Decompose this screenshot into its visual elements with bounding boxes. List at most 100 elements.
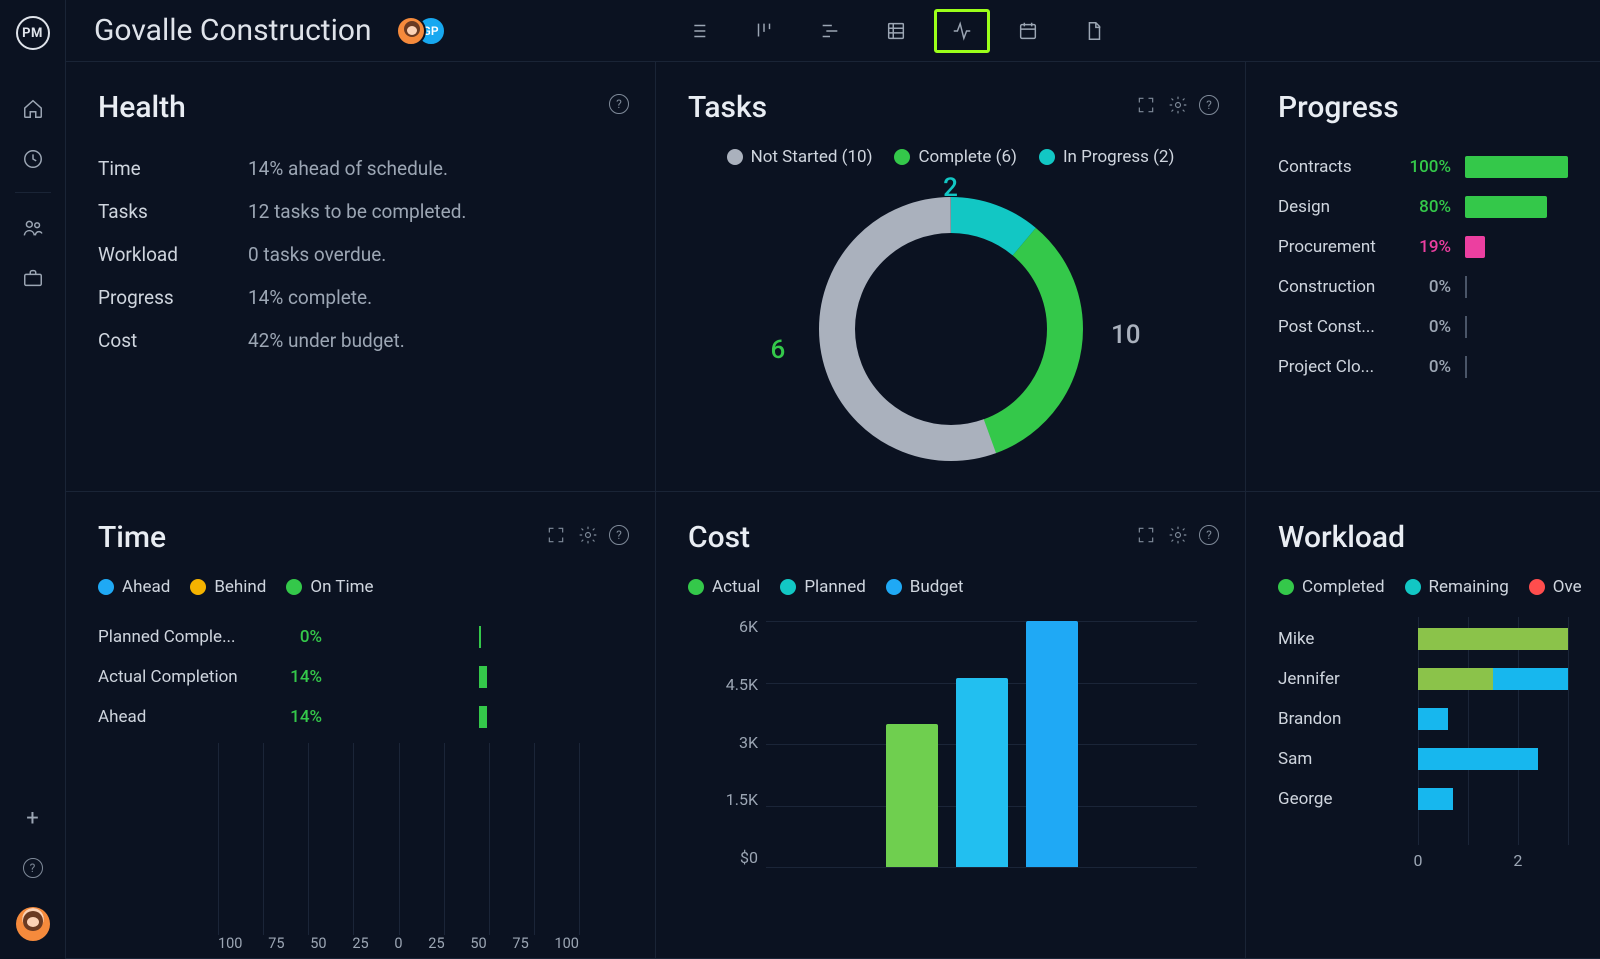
legend-item[interactable]: Complete (6) xyxy=(894,147,1016,167)
legend-item[interactable]: Not Started (10) xyxy=(727,147,873,167)
legend-item[interactable]: Completed xyxy=(1278,577,1385,597)
progress-name: Design xyxy=(1278,197,1393,217)
card-settings[interactable] xyxy=(1167,524,1189,546)
time-row-name: Actual Completion xyxy=(98,667,268,687)
progress-name: Contracts xyxy=(1278,157,1393,177)
workload-name: Sam xyxy=(1278,749,1418,769)
nav-people[interactable] xyxy=(0,203,66,253)
health-rows: Time 14% ahead of schedule. Tasks 12 tas… xyxy=(98,147,623,362)
card-expand[interactable] xyxy=(1135,524,1157,546)
nav-recent[interactable] xyxy=(0,134,66,184)
progress-rows: Contracts 100% Design 80% Procurement 19… xyxy=(1278,147,1568,387)
legend-dot xyxy=(727,149,743,165)
cost-chart: 6K4.5K3K1.5K$0 xyxy=(688,617,1213,897)
card-settings[interactable] xyxy=(577,524,599,546)
nav-add[interactable]: + xyxy=(0,793,66,843)
workload-bar-completed xyxy=(1418,628,1568,650)
legend-item[interactable]: Remaining xyxy=(1405,577,1509,597)
card-expand[interactable] xyxy=(1135,94,1157,116)
axis-tick: 100 xyxy=(218,935,242,959)
card-settings[interactable] xyxy=(1167,94,1189,116)
member-avatar-1[interactable] xyxy=(396,16,426,46)
current-user-avatar[interactable] xyxy=(16,907,50,941)
view-list[interactable] xyxy=(671,10,725,52)
time-row-percent: 14% xyxy=(268,667,322,687)
progress-row: Contracts 100% xyxy=(1278,147,1568,187)
nav-portfolio[interactable] xyxy=(0,253,66,303)
legend-dot xyxy=(286,579,302,595)
workload-axis: 0 2 xyxy=(1418,851,1568,877)
legend-item[interactable]: Ove xyxy=(1529,577,1582,597)
cost-bar-actual xyxy=(886,724,938,868)
workload-name: Mike xyxy=(1278,629,1418,649)
card-progress: Progress Contracts 100% Design 80% Procu… xyxy=(1246,62,1600,492)
nav-help[interactable]: ? xyxy=(0,843,66,893)
health-value: 12 tasks to be completed. xyxy=(248,200,466,223)
home-icon xyxy=(22,98,44,120)
progress-name: Construction xyxy=(1278,277,1393,297)
progress-percent: 19% xyxy=(1393,237,1451,257)
health-value: 42% under budget. xyxy=(248,329,405,352)
progress-percent: 80% xyxy=(1393,197,1451,217)
progress-bar xyxy=(1465,356,1568,378)
legend-dot xyxy=(190,579,206,595)
nav-home[interactable] xyxy=(0,84,66,134)
help-icon: ? xyxy=(23,858,43,878)
legend-item[interactable]: In Progress (2) xyxy=(1039,147,1174,167)
project-members[interactable]: GP xyxy=(396,16,446,46)
axis-tick: 50 xyxy=(310,935,326,959)
axis-tick: 75 xyxy=(512,935,528,959)
tasks-legend: Not Started (10) Complete (6) In Progress … xyxy=(688,147,1213,167)
time-row-bar xyxy=(334,666,623,688)
view-files[interactable] xyxy=(1067,10,1121,52)
axis-tick: 1.5K xyxy=(688,790,758,809)
file-icon xyxy=(1083,20,1105,42)
progress-bar xyxy=(1465,236,1568,258)
view-calendar[interactable] xyxy=(1001,10,1055,52)
health-value: 14% complete. xyxy=(248,286,372,309)
progress-name: Post Const... xyxy=(1278,317,1393,337)
time-row-bar xyxy=(334,706,623,728)
view-board[interactable] xyxy=(737,10,791,52)
legend-item[interactable]: Budget xyxy=(886,577,964,597)
workload-legend: CompletedRemainingOve xyxy=(1278,577,1568,597)
cost-bar-planned xyxy=(956,678,1008,867)
card-help[interactable]: ? xyxy=(1199,525,1219,545)
view-sheet[interactable] xyxy=(869,10,923,52)
cost-bars xyxy=(766,621,1197,867)
progress-row: Procurement 19% xyxy=(1278,227,1568,267)
progress-name: Project Clo... xyxy=(1278,357,1393,377)
app-logo[interactable]: PM xyxy=(16,16,50,50)
legend-item[interactable]: Actual xyxy=(688,577,760,597)
time-chart: 1007550250255075100 xyxy=(98,743,623,959)
card-help[interactable]: ? xyxy=(609,525,629,545)
legend-item[interactable]: On Time xyxy=(286,577,373,597)
legend-item[interactable]: Ahead xyxy=(98,577,170,597)
people-icon xyxy=(22,217,44,239)
time-rows: Planned Comple... 0% Actual Completion 1… xyxy=(98,617,623,737)
health-label: Progress xyxy=(98,286,248,309)
view-dashboard[interactable] xyxy=(935,10,989,52)
axis-tick: 0 xyxy=(1414,851,1423,870)
expand-icon xyxy=(1136,95,1156,115)
card-expand[interactable] xyxy=(545,524,567,546)
progress-percent: 0% xyxy=(1393,277,1451,297)
card-help[interactable]: ? xyxy=(1199,95,1219,115)
view-gantt[interactable] xyxy=(803,10,857,52)
time-row-name: Ahead xyxy=(98,707,268,727)
view-switcher xyxy=(671,10,1121,52)
legend-item[interactable]: Planned xyxy=(780,577,865,597)
sheet-icon xyxy=(885,20,907,42)
axis-tick: 50 xyxy=(470,935,486,959)
card-cost: Cost ? ActualPlannedBudget 6K4.5K3K1.5K$… xyxy=(656,492,1246,959)
donut-label-inprogress: 2 xyxy=(943,173,958,203)
axis-tick: 6K xyxy=(688,617,758,636)
health-row: Progress 14% complete. xyxy=(98,276,623,319)
card-help[interactable]: ? xyxy=(609,94,629,114)
workload-bar xyxy=(1418,628,1568,650)
legend-item[interactable]: Behind xyxy=(190,577,266,597)
clock-icon xyxy=(22,148,44,170)
card-title: Workload xyxy=(1278,520,1568,555)
axis-tick: 25 xyxy=(428,935,444,959)
time-row: Ahead 14% xyxy=(98,697,623,737)
